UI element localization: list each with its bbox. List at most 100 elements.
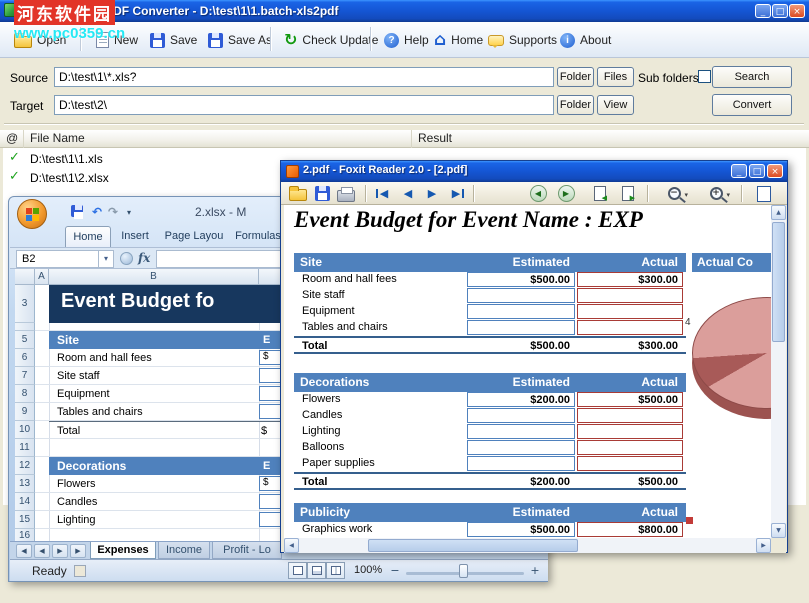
convert-button[interactable]: Convert <box>712 94 792 116</box>
scroll-up-button[interactable]: ▲ <box>771 205 786 220</box>
row-header-15[interactable]: 15 <box>15 511 35 529</box>
sheet-tab-expenses[interactable]: Expenses <box>90 542 156 559</box>
source-files-button[interactable]: Files <box>597 67 634 87</box>
column-header-mark[interactable]: @ <box>0 130 24 148</box>
foxit-titlebar[interactable]: 2.pdf - Foxit Reader 2.0 - [2.pdf] _ □ × <box>281 161 787 182</box>
row-header-11[interactable]: 11 <box>15 439 35 457</box>
row-header-4[interactable] <box>15 323 35 331</box>
subfolders-checkbox[interactable] <box>698 70 711 83</box>
qat-dropdown[interactable]: ▾ <box>121 205 137 221</box>
search-button[interactable]: Search <box>712 66 792 88</box>
scroll-right-button[interactable]: ▶ <box>756 538 771 553</box>
vertical-scrollbar[interactable]: ▲ ▼ <box>771 205 786 538</box>
scroll-thumb[interactable] <box>368 539 578 552</box>
scroll-thumb[interactable] <box>772 222 785 342</box>
previous-page-button[interactable]: ◀ <box>397 184 419 203</box>
last-sheet-button[interactable]: ▶ <box>70 544 86 558</box>
zoom-out-button[interactable]: −▾ <box>659 184 689 203</box>
formula-bar-button[interactable] <box>120 252 133 265</box>
zoom-in-dropdown[interactable]: ▾ <box>726 191 730 199</box>
row-header-12[interactable]: 12 <box>15 457 35 475</box>
next-page-button[interactable]: ▶ <box>421 184 443 203</box>
row-number: 11 <box>19 442 29 453</box>
tab-formulas[interactable]: Formulas <box>231 226 285 247</box>
save-button[interactable] <box>311 184 333 203</box>
about-button[interactable]: iAbout <box>556 27 615 53</box>
tab-insert[interactable]: Insert <box>113 226 157 247</box>
single-page-button[interactable] <box>753 184 775 203</box>
name-box-dropdown[interactable]: ▾ <box>98 251 113 267</box>
source-folder-button[interactable]: Folder <box>557 67 594 87</box>
row-header-10[interactable]: 10 <box>15 421 35 439</box>
scroll-left-button[interactable]: ◀ <box>284 538 299 553</box>
sheet-tab-income[interactable]: Income <box>158 542 210 559</box>
scroll-down-button[interactable]: ▼ <box>771 523 786 538</box>
target-input[interactable] <box>54 95 554 115</box>
open-button[interactable] <box>287 184 309 203</box>
insert-function-button[interactable]: fx <box>138 251 150 265</box>
save-icon <box>315 186 330 201</box>
macro-record-icon[interactable] <box>74 565 86 577</box>
print-button[interactable] <box>335 184 357 203</box>
last-page-button[interactable]: ▶ <box>445 184 467 203</box>
office-button[interactable] <box>17 199 47 229</box>
close-button[interactable]: × <box>767 164 783 178</box>
prev-sheet-button[interactable]: ◀ <box>34 544 50 558</box>
first-page-button[interactable]: ◀ <box>373 184 395 203</box>
zoom-in-button[interactable]: +▾ <box>701 184 731 203</box>
view-page-break-button[interactable] <box>326 562 345 579</box>
zoom-slider-thumb[interactable] <box>459 564 468 578</box>
redo-button[interactable]: ↷ <box>105 205 121 221</box>
view-normal-button[interactable] <box>288 562 307 579</box>
zoom-out-button[interactable]: − <box>388 564 402 578</box>
row-header-7[interactable]: 7 <box>15 367 35 385</box>
view-page-layout-button[interactable] <box>307 562 326 579</box>
home-button[interactable]: ⌂Home <box>430 27 487 53</box>
column-header-a[interactable]: A <box>35 269 49 285</box>
row-header-5[interactable]: 5 <box>15 331 35 349</box>
go-forward-button[interactable]: ▶ <box>555 184 577 203</box>
close-button[interactable]: × <box>789 4 805 18</box>
horizontal-scrollbar[interactable]: ◀ ▶ <box>284 538 771 553</box>
go-back-button[interactable]: ◀ <box>527 184 549 203</box>
minimize-button[interactable]: _ <box>755 4 771 18</box>
save-button[interactable]: Save <box>146 27 201 53</box>
column-header-b[interactable]: B <box>49 269 259 285</box>
save-as-button[interactable]: Save As <box>204 27 276 53</box>
row-header-9[interactable]: 9 <box>15 403 35 421</box>
quick-save-button[interactable] <box>69 205 85 221</box>
maximize-button[interactable]: □ <box>772 4 788 18</box>
zoom-in-button[interactable]: + <box>528 564 542 578</box>
sheet-tab-profit-loss[interactable]: Profit - Lo <box>212 542 282 559</box>
tab-home[interactable]: Home <box>65 226 111 247</box>
previous-view-button[interactable]: ◀ <box>589 184 611 203</box>
next-view-button[interactable]: ▶ <box>617 184 639 203</box>
row-header-6[interactable]: 6 <box>15 349 35 367</box>
row-header-14[interactable]: 14 <box>15 493 35 511</box>
row-header-8[interactable]: 8 <box>15 385 35 403</box>
maximize-button[interactable]: □ <box>749 164 765 178</box>
column-header-result[interactable]: Result <box>412 130 809 148</box>
separator <box>473 185 474 202</box>
pdf-page[interactable]: Event Budget for Event Name : EXP Site E… <box>284 205 771 538</box>
help-button[interactable]: ?Help <box>380 27 433 53</box>
column-header-filename[interactable]: File Name <box>24 130 412 148</box>
name-box[interactable]: B2 ▾ <box>16 250 114 268</box>
supports-button[interactable]: Supports <box>484 27 561 53</box>
target-folder-button[interactable]: Folder <box>557 95 594 115</box>
select-all-corner[interactable] <box>15 269 35 285</box>
tab-page-layout[interactable]: Page Layou <box>159 226 229 247</box>
legend-swatch <box>686 517 693 524</box>
check-update-label: Check Update <box>302 33 378 47</box>
check-update-button[interactable]: ↻Check Update <box>280 27 382 53</box>
target-view-button[interactable]: View <box>597 95 634 115</box>
zoom-out-dropdown[interactable]: ▾ <box>684 191 688 199</box>
row-header-13[interactable]: 13 <box>15 475 35 493</box>
row-header-16[interactable]: 16 <box>15 529 35 541</box>
row-header-3[interactable]: 3 <box>15 285 35 323</box>
next-sheet-button[interactable]: ▶ <box>52 544 68 558</box>
first-sheet-button[interactable]: ◀ <box>16 544 32 558</box>
minimize-button[interactable]: _ <box>731 164 747 178</box>
undo-button[interactable]: ↶ <box>89 205 105 221</box>
source-input[interactable] <box>54 67 554 87</box>
